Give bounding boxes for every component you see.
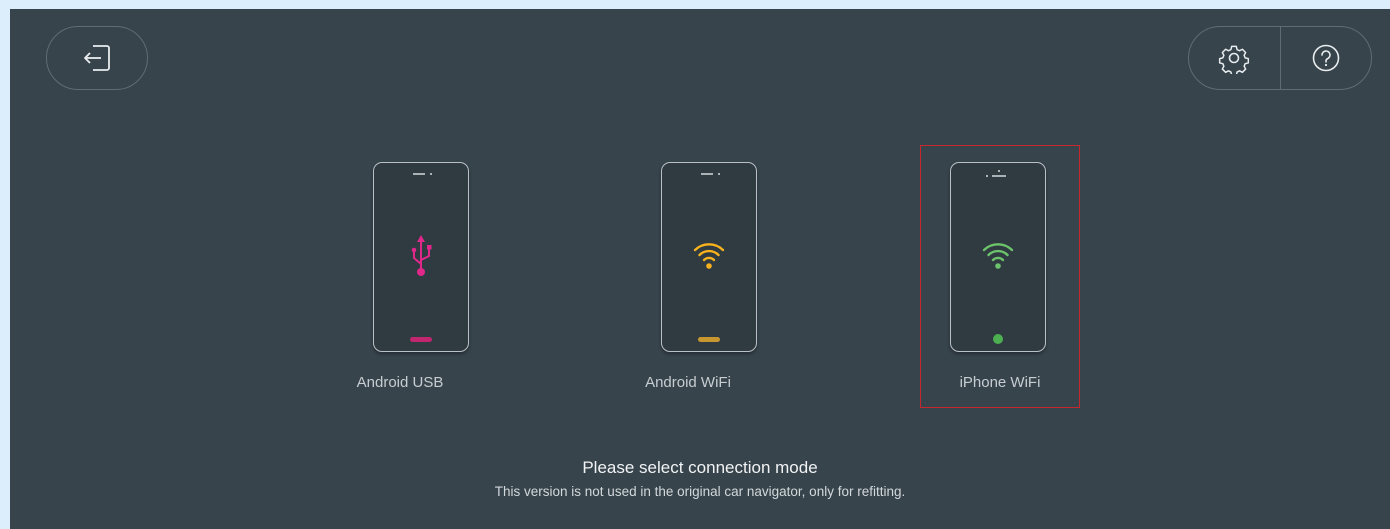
usb-icon bbox=[411, 235, 432, 276]
mode-iphone-wifi[interactable]: iPhone WiFi bbox=[920, 145, 1080, 408]
mode-android-wifi[interactable]: Android WiFi bbox=[608, 162, 768, 407]
wifi-icon bbox=[693, 243, 725, 262]
mode-android-usb[interactable]: Android USB bbox=[320, 162, 480, 407]
mode-label: iPhone WiFi bbox=[959, 374, 1041, 391]
instruction-subtitle: This version is not used in the original… bbox=[494, 484, 906, 499]
mode-label: Android WiFi bbox=[645, 374, 731, 391]
connection-screen: Android USB Android WiFi iPhone WiFi Ple… bbox=[10, 9, 1390, 529]
gear-icon bbox=[1219, 45, 1250, 74]
wifi-icon bbox=[982, 243, 1014, 262]
phone-frame bbox=[661, 162, 757, 352]
settings-button[interactable] bbox=[1189, 27, 1280, 89]
exit-icon bbox=[84, 45, 110, 71]
mode-label: Android USB bbox=[356, 374, 444, 391]
phone-frame bbox=[950, 162, 1046, 352]
instruction-title: Please select connection mode bbox=[582, 458, 818, 477]
exit-button[interactable] bbox=[46, 26, 148, 90]
phone-frame bbox=[373, 162, 469, 352]
top-right-controls bbox=[1188, 26, 1372, 90]
help-icon bbox=[1312, 44, 1340, 72]
help-button[interactable] bbox=[1281, 27, 1372, 89]
